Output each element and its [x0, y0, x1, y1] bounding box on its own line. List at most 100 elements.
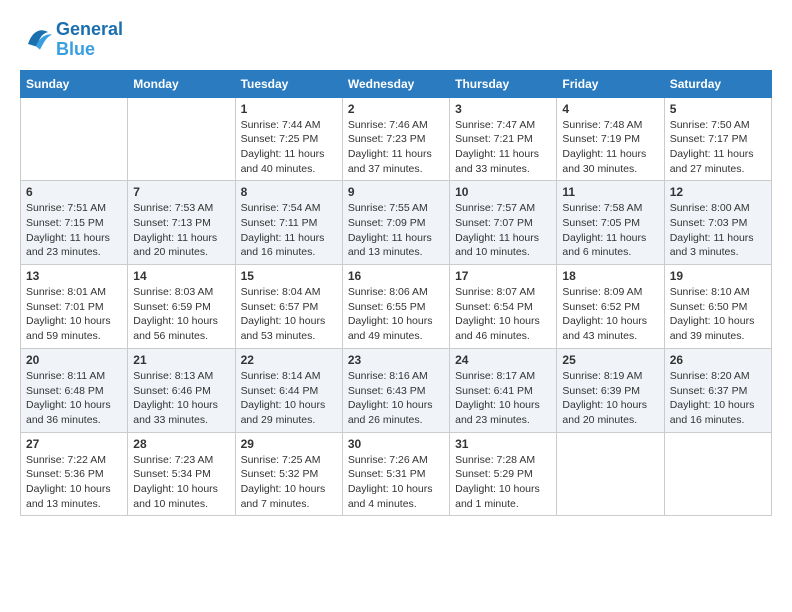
day-info: Sunrise: 7:22 AM Sunset: 5:36 PM Dayligh…	[26, 453, 122, 512]
day-number: 27	[26, 437, 122, 451]
calendar-cell: 19 Sunrise: 8:10 AM Sunset: 6:50 PM Dayli…	[664, 265, 771, 349]
day-number: 25	[562, 353, 658, 367]
day-info: Sunrise: 8:09 AM Sunset: 6:52 PM Dayligh…	[562, 285, 658, 344]
weekday-header: Friday	[557, 70, 664, 97]
calendar-cell: 13 Sunrise: 8:01 AM Sunset: 7:01 PM Dayli…	[21, 265, 128, 349]
calendar-week-row: 20 Sunrise: 8:11 AM Sunset: 6:48 PM Dayli…	[21, 348, 772, 432]
calendar-header-row: SundayMondayTuesdayWednesdayThursdayFrid…	[21, 70, 772, 97]
calendar-cell: 8Sunrise: 7:54 AM Sunset: 7:11 PM Daylig…	[235, 181, 342, 265]
day-number: 7	[133, 185, 229, 199]
calendar-cell	[128, 97, 235, 181]
day-number: 18	[562, 269, 658, 283]
calendar-cell: 23Sunrise: 8:16 AM Sunset: 6:43 PM Dayli…	[342, 348, 449, 432]
day-number: 17	[455, 269, 551, 283]
calendar-cell: 14 Sunrise: 8:03 AM Sunset: 6:59 PM Dayli…	[128, 265, 235, 349]
day-number: 16	[348, 269, 444, 283]
weekday-header: Sunday	[21, 70, 128, 97]
day-info: Sunrise: 7:46 AM Sunset: 7:23 PM Dayligh…	[348, 118, 444, 177]
day-info: Sunrise: 7:47 AM Sunset: 7:21 PM Dayligh…	[455, 118, 551, 177]
day-number: 15	[241, 269, 337, 283]
page-header: General Blue	[20, 20, 772, 60]
day-number: 24	[455, 353, 551, 367]
calendar-week-row: 27 Sunrise: 7:22 AM Sunset: 5:36 PM Dayli…	[21, 432, 772, 516]
calendar-cell: 12 Sunrise: 8:00 AM Sunset: 7:03 PM Dayli…	[664, 181, 771, 265]
day-info: Sunrise: 8:10 AM Sunset: 6:50 PM Dayligh…	[670, 285, 766, 344]
calendar-week-row: 1 Sunrise: 7:44 AM Sunset: 7:25 PM Daylig…	[21, 97, 772, 181]
calendar-cell: 25 Sunrise: 8:19 AM Sunset: 6:39 PM Dayli…	[557, 348, 664, 432]
calendar-cell: 31 Sunrise: 7:28 AM Sunset: 5:29 PM Dayli…	[450, 432, 557, 516]
logo-icon	[20, 24, 52, 56]
day-number: 26	[670, 353, 766, 367]
day-info: Sunrise: 8:00 AM Sunset: 7:03 PM Dayligh…	[670, 201, 766, 260]
day-info: Sunrise: 7:26 AM Sunset: 5:31 PM Dayligh…	[348, 453, 444, 512]
day-info: Sunrise: 8:01 AM Sunset: 7:01 PM Dayligh…	[26, 285, 122, 344]
calendar-cell: 22 Sunrise: 8:14 AM Sunset: 6:44 PM Dayli…	[235, 348, 342, 432]
day-info: Sunrise: 8:04 AM Sunset: 6:57 PM Dayligh…	[241, 285, 337, 344]
calendar-cell: 7Sunrise: 7:53 AM Sunset: 7:13 PM Daylig…	[128, 181, 235, 265]
day-number: 4	[562, 102, 658, 116]
calendar-cell: 4 Sunrise: 7:48 AM Sunset: 7:19 PM Daylig…	[557, 97, 664, 181]
calendar-cell: 21 Sunrise: 8:13 AM Sunset: 6:46 PM Dayli…	[128, 348, 235, 432]
day-number: 21	[133, 353, 229, 367]
calendar-cell	[557, 432, 664, 516]
day-info: Sunrise: 8:07 AM Sunset: 6:54 PM Dayligh…	[455, 285, 551, 344]
day-info: Sunrise: 8:13 AM Sunset: 6:46 PM Dayligh…	[133, 369, 229, 428]
calendar-week-row: 13 Sunrise: 8:01 AM Sunset: 7:01 PM Dayli…	[21, 265, 772, 349]
day-info: Sunrise: 7:48 AM Sunset: 7:19 PM Dayligh…	[562, 118, 658, 177]
calendar-cell: 24 Sunrise: 8:17 AM Sunset: 6:41 PM Dayli…	[450, 348, 557, 432]
calendar-cell: 29 Sunrise: 7:25 AM Sunset: 5:32 PM Dayli…	[235, 432, 342, 516]
day-info: Sunrise: 7:54 AM Sunset: 7:11 PM Dayligh…	[241, 201, 337, 260]
day-info: Sunrise: 8:14 AM Sunset: 6:44 PM Dayligh…	[241, 369, 337, 428]
day-number: 5	[670, 102, 766, 116]
day-number: 19	[670, 269, 766, 283]
day-number: 23	[348, 353, 444, 367]
calendar-cell	[21, 97, 128, 181]
day-info: Sunrise: 8:19 AM Sunset: 6:39 PM Dayligh…	[562, 369, 658, 428]
calendar-cell: 10Sunrise: 7:57 AM Sunset: 7:07 PM Dayli…	[450, 181, 557, 265]
calendar-cell: 15 Sunrise: 8:04 AM Sunset: 6:57 PM Dayli…	[235, 265, 342, 349]
day-number: 3	[455, 102, 551, 116]
day-info: Sunrise: 8:03 AM Sunset: 6:59 PM Dayligh…	[133, 285, 229, 344]
day-info: Sunrise: 7:44 AM Sunset: 7:25 PM Dayligh…	[241, 118, 337, 177]
day-number: 28	[133, 437, 229, 451]
day-number: 20	[26, 353, 122, 367]
day-number: 6	[26, 185, 122, 199]
calendar-cell: 3 Sunrise: 7:47 AM Sunset: 7:21 PM Daylig…	[450, 97, 557, 181]
day-number: 9	[348, 185, 444, 199]
day-number: 11	[562, 185, 658, 199]
calendar-cell: 16 Sunrise: 8:06 AM Sunset: 6:55 PM Dayli…	[342, 265, 449, 349]
weekday-header: Monday	[128, 70, 235, 97]
calendar-cell: 6 Sunrise: 7:51 AM Sunset: 7:15 PM Daylig…	[21, 181, 128, 265]
day-info: Sunrise: 7:28 AM Sunset: 5:29 PM Dayligh…	[455, 453, 551, 512]
calendar-cell: 27 Sunrise: 7:22 AM Sunset: 5:36 PM Dayli…	[21, 432, 128, 516]
calendar-week-row: 6 Sunrise: 7:51 AM Sunset: 7:15 PM Daylig…	[21, 181, 772, 265]
day-info: Sunrise: 7:57 AM Sunset: 7:07 PM Dayligh…	[455, 201, 551, 260]
weekday-header: Thursday	[450, 70, 557, 97]
calendar-cell: 26 Sunrise: 8:20 AM Sunset: 6:37 PM Dayli…	[664, 348, 771, 432]
calendar-cell: 20 Sunrise: 8:11 AM Sunset: 6:48 PM Dayli…	[21, 348, 128, 432]
calendar-cell: 18 Sunrise: 8:09 AM Sunset: 6:52 PM Dayli…	[557, 265, 664, 349]
weekday-header: Saturday	[664, 70, 771, 97]
day-number: 31	[455, 437, 551, 451]
weekday-header: Tuesday	[235, 70, 342, 97]
day-number: 12	[670, 185, 766, 199]
day-number: 29	[241, 437, 337, 451]
day-info: Sunrise: 7:58 AM Sunset: 7:05 PM Dayligh…	[562, 201, 658, 260]
calendar-cell: 5Sunrise: 7:50 AM Sunset: 7:17 PM Daylig…	[664, 97, 771, 181]
calendar-cell: 11 Sunrise: 7:58 AM Sunset: 7:05 PM Dayli…	[557, 181, 664, 265]
day-number: 22	[241, 353, 337, 367]
day-info: Sunrise: 7:25 AM Sunset: 5:32 PM Dayligh…	[241, 453, 337, 512]
calendar-cell: 28Sunrise: 7:23 AM Sunset: 5:34 PM Dayli…	[128, 432, 235, 516]
day-info: Sunrise: 8:17 AM Sunset: 6:41 PM Dayligh…	[455, 369, 551, 428]
day-number: 14	[133, 269, 229, 283]
calendar-cell	[664, 432, 771, 516]
day-number: 13	[26, 269, 122, 283]
day-info: Sunrise: 8:20 AM Sunset: 6:37 PM Dayligh…	[670, 369, 766, 428]
day-info: Sunrise: 8:06 AM Sunset: 6:55 PM Dayligh…	[348, 285, 444, 344]
day-number: 1	[241, 102, 337, 116]
weekday-header: Wednesday	[342, 70, 449, 97]
day-info: Sunrise: 7:55 AM Sunset: 7:09 PM Dayligh…	[348, 201, 444, 260]
day-info: Sunrise: 8:11 AM Sunset: 6:48 PM Dayligh…	[26, 369, 122, 428]
calendar-cell: 30Sunrise: 7:26 AM Sunset: 5:31 PM Dayli…	[342, 432, 449, 516]
day-info: Sunrise: 7:51 AM Sunset: 7:15 PM Dayligh…	[26, 201, 122, 260]
